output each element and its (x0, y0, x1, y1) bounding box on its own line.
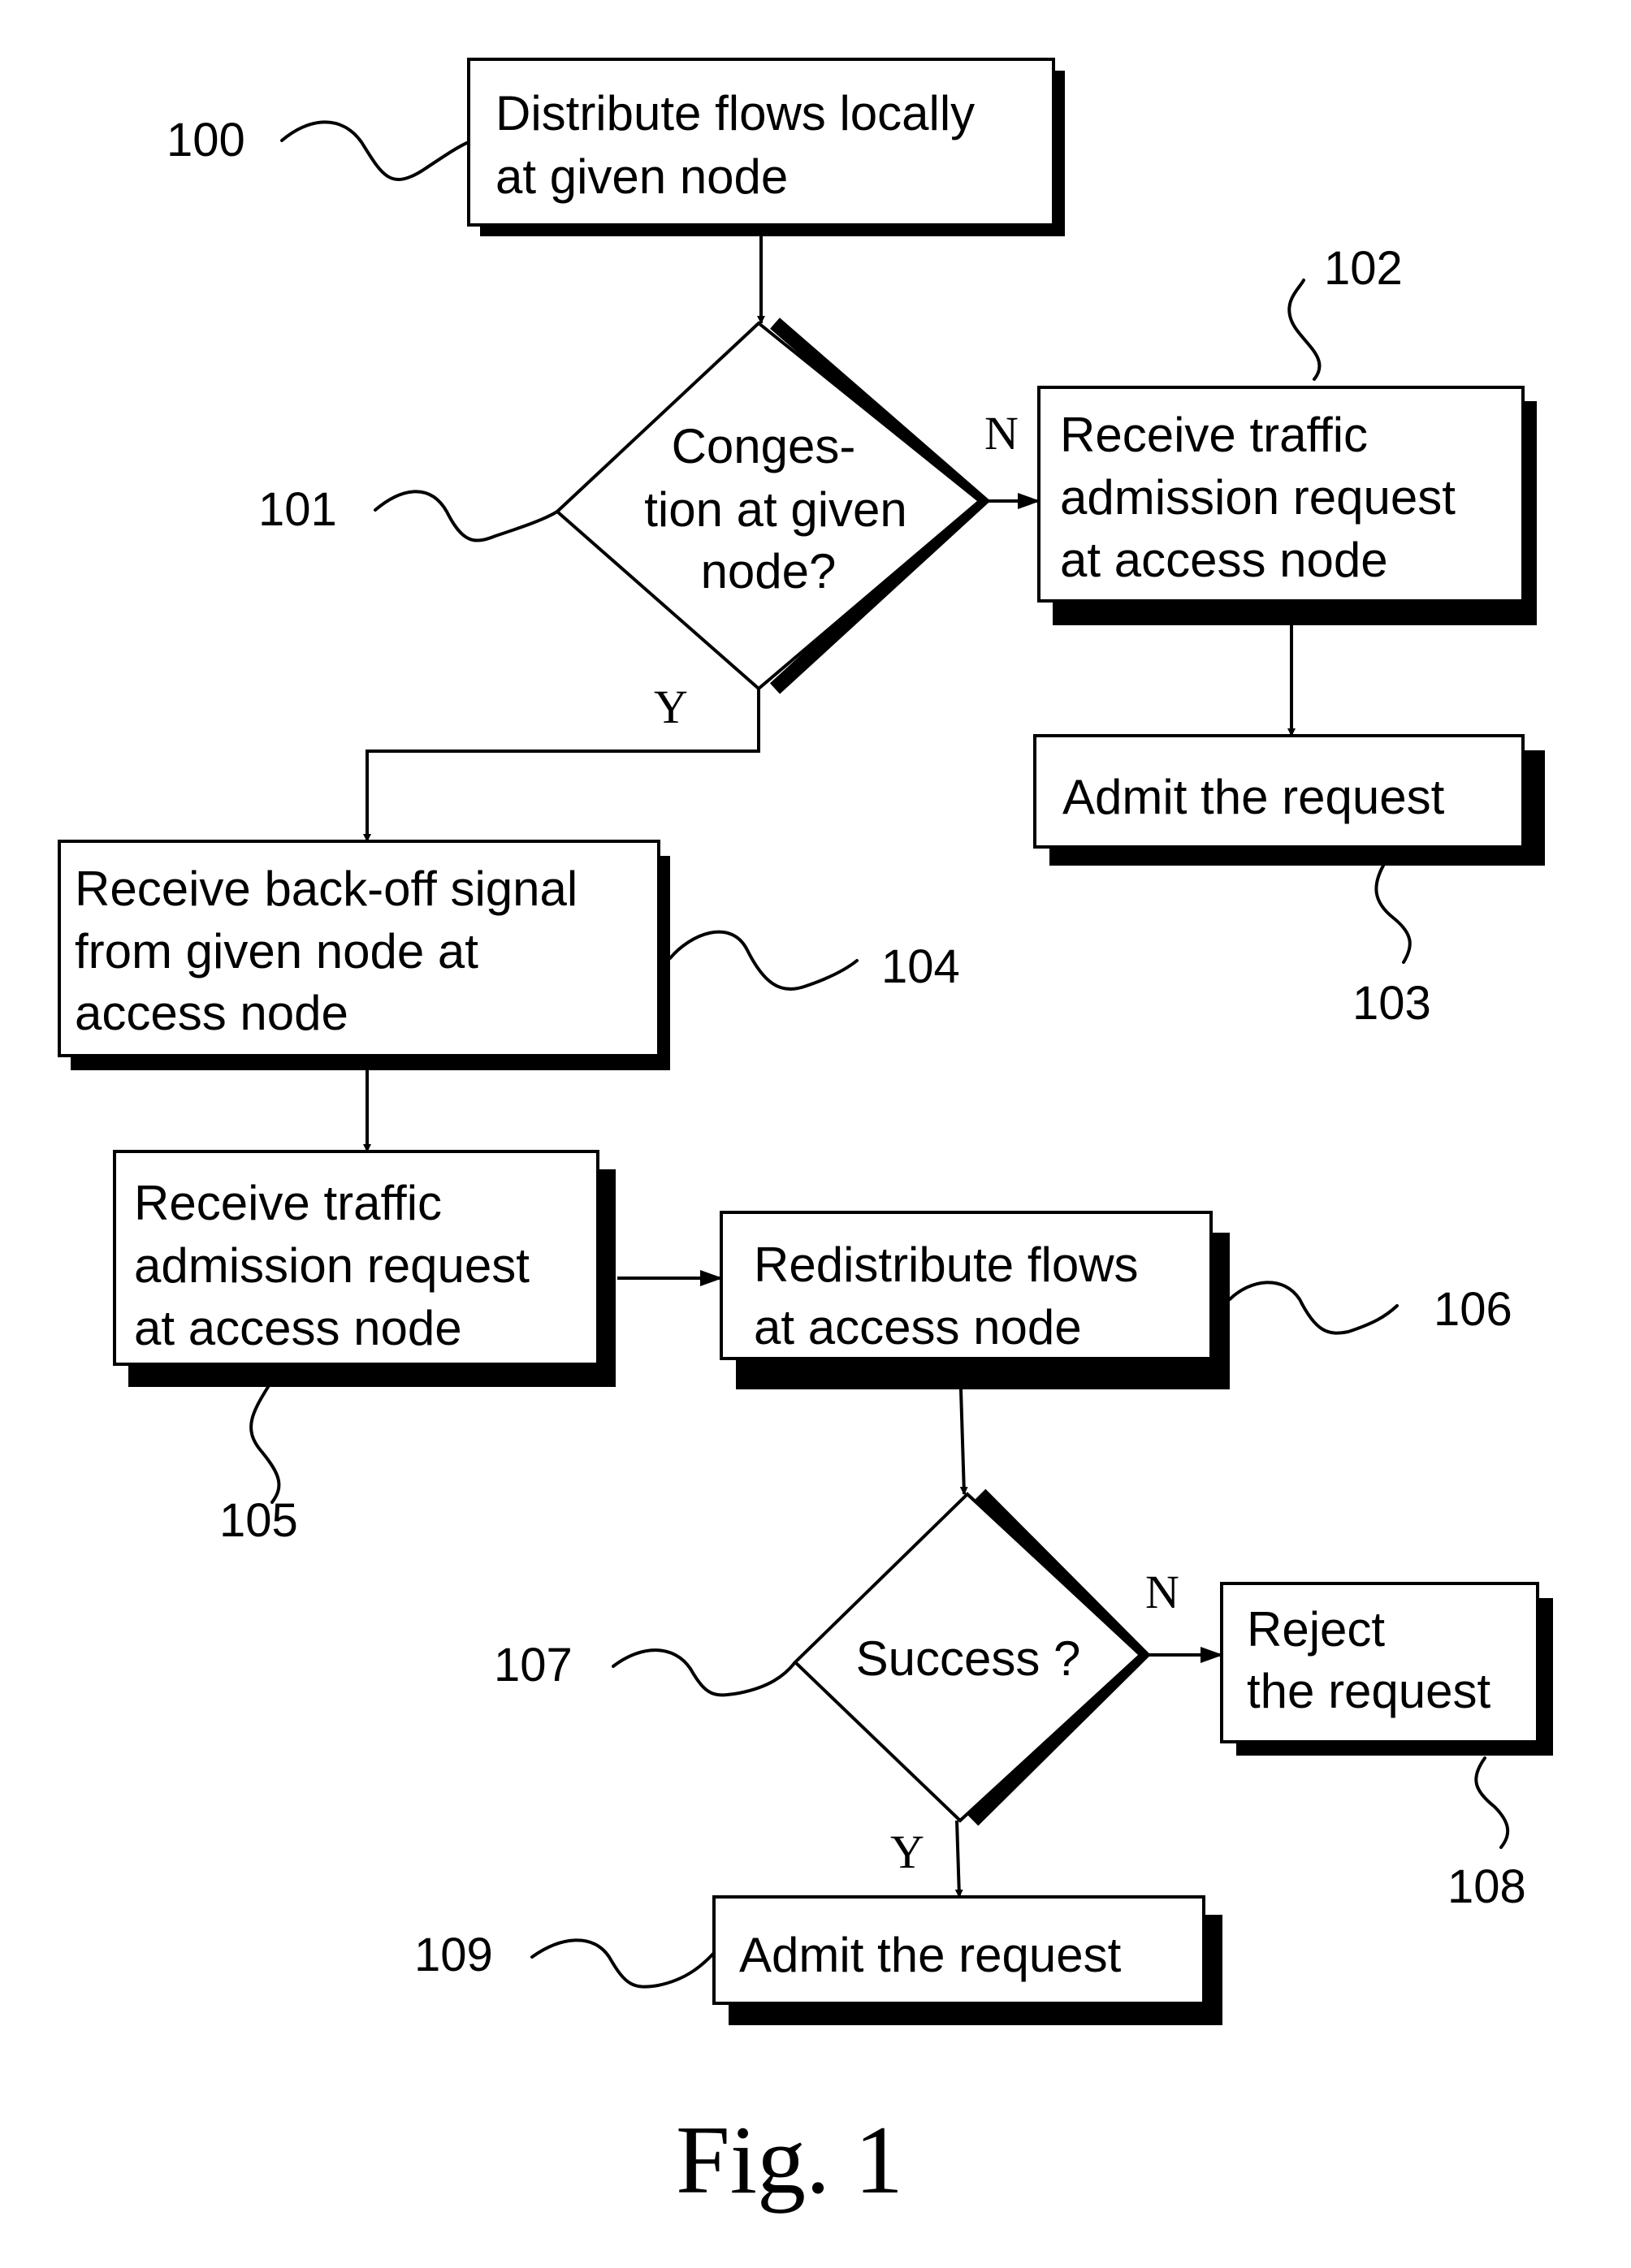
node-105-line-2: admission request (134, 1238, 530, 1293)
node-103: Admit the request (1033, 734, 1545, 866)
ref-label-103: 103 (1352, 977, 1431, 1030)
leader-109 (530, 1938, 716, 1989)
leader-100 (280, 120, 470, 181)
ref-label-102: 102 (1324, 242, 1403, 295)
leader-108 (1474, 1756, 1510, 1849)
node-107: Success ? (793, 1488, 1151, 1826)
node-104-line-1: Receive back-off signal (75, 862, 578, 916)
leader-102 (1287, 279, 1322, 381)
node-104: Receive back-off signal from given node … (58, 840, 670, 1070)
node-107-line-1: Success ? (856, 1631, 1081, 1686)
ref-label-108: 108 (1447, 1860, 1526, 1913)
flowchart-canvas: Distribute flows locally at given node C… (58, 58, 1553, 2214)
edge-101-104-label: Y (654, 680, 688, 733)
leader-101 (374, 490, 559, 542)
leader-104 (668, 930, 859, 991)
leader-106 (1228, 1281, 1399, 1335)
node-101: Conges- tion at given node? (555, 318, 991, 694)
node-101-line-1: Conges- (672, 419, 856, 473)
node-109: Admit the request (712, 1895, 1222, 2025)
node-102: Receive traffic admission request at acc… (1037, 386, 1537, 625)
node-106: Redistribute flows at access node (720, 1211, 1230, 1389)
node-100: Distribute flows locally at given node (467, 58, 1065, 236)
edge-106-107 (959, 1389, 968, 1495)
node-104-line-3: access node (75, 986, 348, 1040)
node-102-line-2: admission request (1060, 470, 1456, 525)
node-100-line-2: at given node (495, 149, 788, 204)
node-106-line-2: at access node (754, 1300, 1082, 1354)
ref-label-106: 106 (1434, 1283, 1512, 1336)
edge-101-104 (363, 689, 760, 842)
node-105-line-1: Receive traffic (134, 1176, 442, 1230)
leader-105 (249, 1385, 281, 1504)
edge-107-109-label: Y (890, 1825, 924, 1878)
ref-label-107: 107 (494, 1639, 573, 1691)
leader-103 (1374, 864, 1412, 964)
node-108-line-2: the request (1247, 1664, 1491, 1718)
node-102-line-3: at access node (1060, 533, 1388, 587)
ref-label-109: 109 (414, 1929, 493, 1981)
node-108: Reject the request (1220, 1582, 1553, 1756)
edge-107-108-label: N (1145, 1566, 1179, 1618)
ref-label-104: 104 (881, 940, 960, 993)
node-100-line-1: Distribute flows locally (495, 86, 975, 140)
node-105: Receive traffic admission request at acc… (113, 1150, 616, 1387)
edge-101-102-label: N (984, 407, 1019, 460)
node-103-line-1: Admit the request (1062, 770, 1445, 824)
node-104-line-2: from given node at (75, 924, 478, 978)
node-108-line-1: Reject (1247, 1602, 1385, 1657)
edge-107-109 (954, 1820, 963, 1898)
node-101-line-2: tion at given (644, 482, 907, 537)
ref-label-100: 100 (167, 114, 245, 166)
ref-label-105: 105 (219, 1494, 298, 1547)
node-102-line-1: Receive traffic (1060, 408, 1368, 462)
figure-caption: Fig. 1 (676, 2106, 903, 2214)
leader-107 (612, 1648, 797, 1697)
ref-label-101: 101 (258, 483, 337, 536)
node-109-line-1: Admit the request (739, 1928, 1122, 1982)
node-101-line-3: node? (701, 544, 837, 598)
node-105-line-3: at access node (134, 1301, 462, 1355)
node-106-line-1: Redistribute flows (754, 1238, 1139, 1292)
